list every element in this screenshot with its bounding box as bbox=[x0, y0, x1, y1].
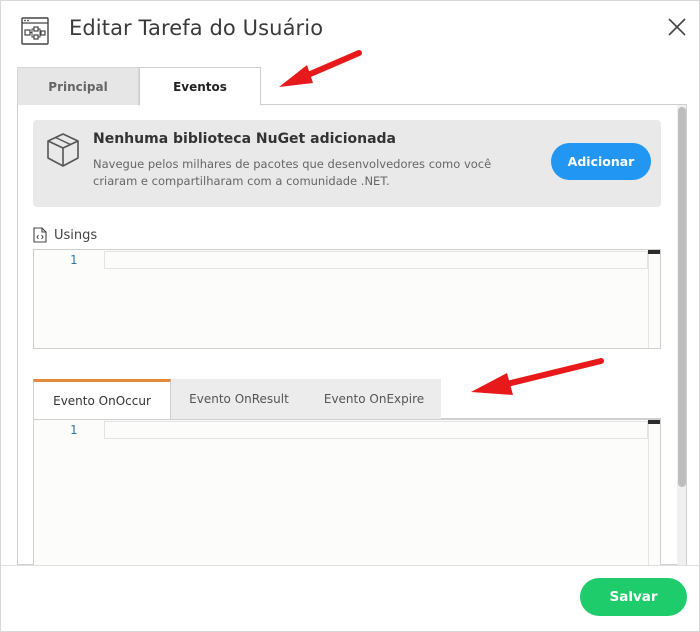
editor-scrollbar[interactable] bbox=[648, 250, 660, 348]
line-number: 1 bbox=[70, 253, 78, 267]
close-icon[interactable] bbox=[665, 15, 689, 39]
tab-evento-onexpire[interactable]: Evento OnExpire bbox=[307, 379, 441, 419]
usings-header: Usings bbox=[33, 225, 97, 245]
save-button[interactable]: Salvar bbox=[580, 578, 687, 616]
add-nuget-button[interactable]: Adicionar bbox=[551, 143, 651, 180]
tab-principal[interactable]: Principal bbox=[17, 67, 139, 105]
workflow-diagram-icon bbox=[21, 17, 49, 45]
code-file-icon bbox=[33, 227, 47, 243]
usings-label: Usings bbox=[54, 227, 98, 243]
active-line-highlight bbox=[104, 421, 648, 439]
event-code-editor[interactable]: 1 bbox=[33, 419, 661, 566]
event-tab-bar: Evento OnOccur Evento OnResult Evento On… bbox=[33, 379, 661, 420]
tab-eventos[interactable]: Eventos bbox=[139, 67, 261, 106]
content-scrollbar-thumb[interactable] bbox=[678, 107, 686, 487]
package-box-icon bbox=[47, 133, 79, 167]
nuget-title: Nenhuma biblioteca NuGet adicionada bbox=[93, 131, 396, 147]
active-line-highlight bbox=[104, 251, 648, 269]
editor-scrollbar-cap bbox=[648, 250, 660, 254]
usings-code-editor[interactable]: 1 bbox=[33, 249, 661, 349]
line-number: 1 bbox=[70, 423, 78, 437]
footer-divider bbox=[1, 565, 700, 566]
nuget-empty-banner: Nenhuma biblioteca NuGet adicionada Nave… bbox=[33, 120, 661, 207]
tab-evento-onoccur[interactable]: Evento OnOccur bbox=[33, 379, 171, 420]
editor-scrollbar[interactable] bbox=[648, 420, 660, 566]
nuget-description: Navegue pelos milhares de pacotes que de… bbox=[93, 157, 492, 188]
dialog-title: Editar Tarefa do Usuário bbox=[69, 16, 324, 40]
editor-scrollbar-cap bbox=[648, 420, 660, 424]
dialog-header: Editar Tarefa do Usuário bbox=[1, 1, 700, 61]
edit-user-task-dialog: Editar Tarefa do Usuário Principal Event… bbox=[0, 0, 700, 632]
top-tab-bar: Principal Eventos bbox=[17, 67, 687, 106]
tab-evento-onresult[interactable]: Evento OnResult bbox=[171, 379, 307, 419]
